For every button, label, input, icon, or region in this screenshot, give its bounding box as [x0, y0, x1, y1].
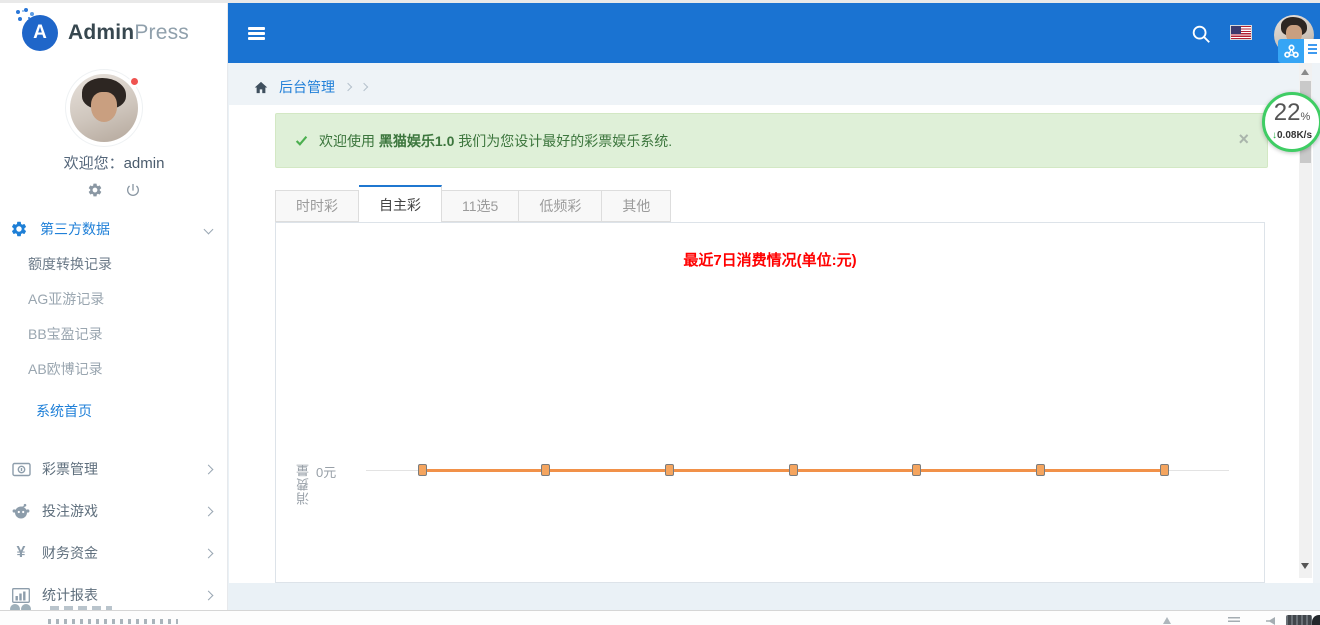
sidebar-item-quota-transfer-log[interactable]: 额度转换记录: [0, 246, 227, 281]
chart-data-point: [1159, 464, 1169, 476]
brand-name: AdminPress: [68, 21, 190, 44]
alert-message: 欢迎使用 黑猫娱乐1.0 我们为您设计最好的彩票娱乐系统.: [319, 132, 673, 149]
yen-icon: ¥: [16, 544, 26, 561]
taskbar-remnant: [0, 610, 1320, 625]
tab-shishicai[interactable]: 时时彩: [275, 190, 359, 222]
window-top-edge: [0, 0, 1320, 3]
sidebar: A AdminPress 欢迎您：admin 第三方数据 额度转换记录 AG亚游…: [0, 0, 228, 625]
chart-panel: 最近7日消费情况(单位:元) 消费量 0元: [275, 222, 1265, 583]
sidebar-item-lottery-management[interactable]: 彩票管理: [0, 448, 227, 490]
chevron-down-icon: [203, 224, 214, 234]
tray-list-icon[interactable]: [1228, 617, 1240, 623]
chevron-right-icon: [343, 82, 353, 92]
hamburger-menu-icon[interactable]: [248, 27, 265, 40]
sidebar-item-third-party-data[interactable]: 第三方数据: [0, 212, 227, 246]
user-quick-actions: [0, 182, 227, 198]
tray-orb-icon[interactable]: [1312, 615, 1320, 625]
tab-qita[interactable]: 其他: [602, 190, 672, 222]
breadcrumb: 后台管理: [253, 77, 369, 97]
user-avatar-image: [70, 74, 138, 142]
chart-title: 最近7日消费情况(单位:元): [683, 252, 857, 269]
chart-data-point: [788, 464, 798, 476]
banknote-icon: [10, 462, 32, 477]
taskbar-remnant-text: [48, 619, 178, 624]
power-icon[interactable]: [125, 182, 141, 198]
tray-icon[interactable]: [1163, 617, 1171, 624]
chart-data-point: [417, 464, 427, 476]
page-bottom-gap: [229, 583, 1320, 610]
game-alien-icon: [10, 503, 32, 519]
brand-logo[interactable]: A AdminPress: [0, 3, 227, 63]
tab-bar: 时时彩 自主彩 11选5 低频彩 其他: [275, 185, 672, 222]
sidebar-item-bb-log[interactable]: BB宝盈记录: [0, 316, 227, 351]
sidebar-item-betting-games[interactable]: 投注游戏: [0, 490, 227, 532]
sidebar-item-system-home[interactable]: 系统首页: [0, 390, 227, 432]
username: admin: [123, 155, 165, 172]
tab-dipincai[interactable]: 低频彩: [519, 190, 603, 222]
chart-data-point: [1036, 464, 1045, 476]
alert-highlight: 黑猫娱乐1.0: [378, 132, 455, 149]
sidebar-item-finance-funds[interactable]: ¥ 财务资金: [0, 532, 227, 574]
sidebar-item-ag-log[interactable]: AG亚游记录: [0, 281, 227, 316]
chart-data-point: [664, 464, 674, 476]
close-icon[interactable]: ×: [1238, 130, 1249, 148]
chevron-right-icon: [203, 548, 214, 558]
tab-11xuan5[interactable]: 11选5: [442, 190, 520, 222]
chevron-right-icon: [203, 506, 214, 516]
chart-data-point: [912, 464, 922, 476]
network-speed-badge[interactable]: 22% ↓0.08K/s: [1262, 92, 1320, 152]
welcome-alert: 欢迎使用 黑猫娱乐1.0 我们为您设计最好的彩票娱乐系统. ×: [275, 113, 1268, 168]
online-status-dot: [129, 76, 140, 87]
sidebar-item-ab-log[interactable]: AB欧博记录: [0, 351, 227, 386]
brand-logo-icon: A: [16, 10, 58, 51]
sidebar-item-label: 第三方数据: [40, 221, 110, 237]
user-avatar[interactable]: [66, 70, 142, 146]
volume-icon[interactable]: [1266, 617, 1275, 625]
cloud-share-icon[interactable]: [1278, 39, 1304, 63]
chart-data-point: [541, 464, 551, 476]
topbar: [228, 3, 1320, 63]
chevron-right-icon: [359, 82, 369, 92]
chevron-right-icon: [203, 590, 214, 600]
cloud-widget-edge[interactable]: [1304, 39, 1320, 63]
keyboard-icon[interactable]: [1286, 615, 1312, 625]
scroll-down-arrow-icon[interactable]: [1301, 563, 1309, 569]
chart-y-axis-label: 消费量: [296, 463, 311, 505]
download-speed: ↓0.08K/s: [1271, 130, 1313, 141]
search-icon[interactable]: [1190, 23, 1212, 45]
memory-percent: 22%: [1273, 99, 1311, 126]
chart-y-tick-label: 0元: [316, 465, 337, 480]
tab-zizhucai[interactable]: 自主彩: [359, 185, 442, 222]
gear-icon[interactable]: [87, 182, 103, 198]
check-icon: [295, 136, 308, 146]
scroll-up-arrow-icon[interactable]: [1301, 69, 1309, 75]
us-flag-icon[interactable]: [1230, 25, 1252, 40]
home-icon[interactable]: [253, 80, 269, 95]
sidebar-menu: 第三方数据 额度转换记录 AG亚游记录 BB宝盈记录 AB欧博记录 系统首页 彩…: [0, 212, 227, 616]
breadcrumb-root[interactable]: 后台管理: [279, 77, 335, 97]
welcome-text: 欢迎您：admin: [63, 155, 165, 172]
gear-icon: [11, 221, 27, 237]
chevron-right-icon: [203, 464, 214, 474]
